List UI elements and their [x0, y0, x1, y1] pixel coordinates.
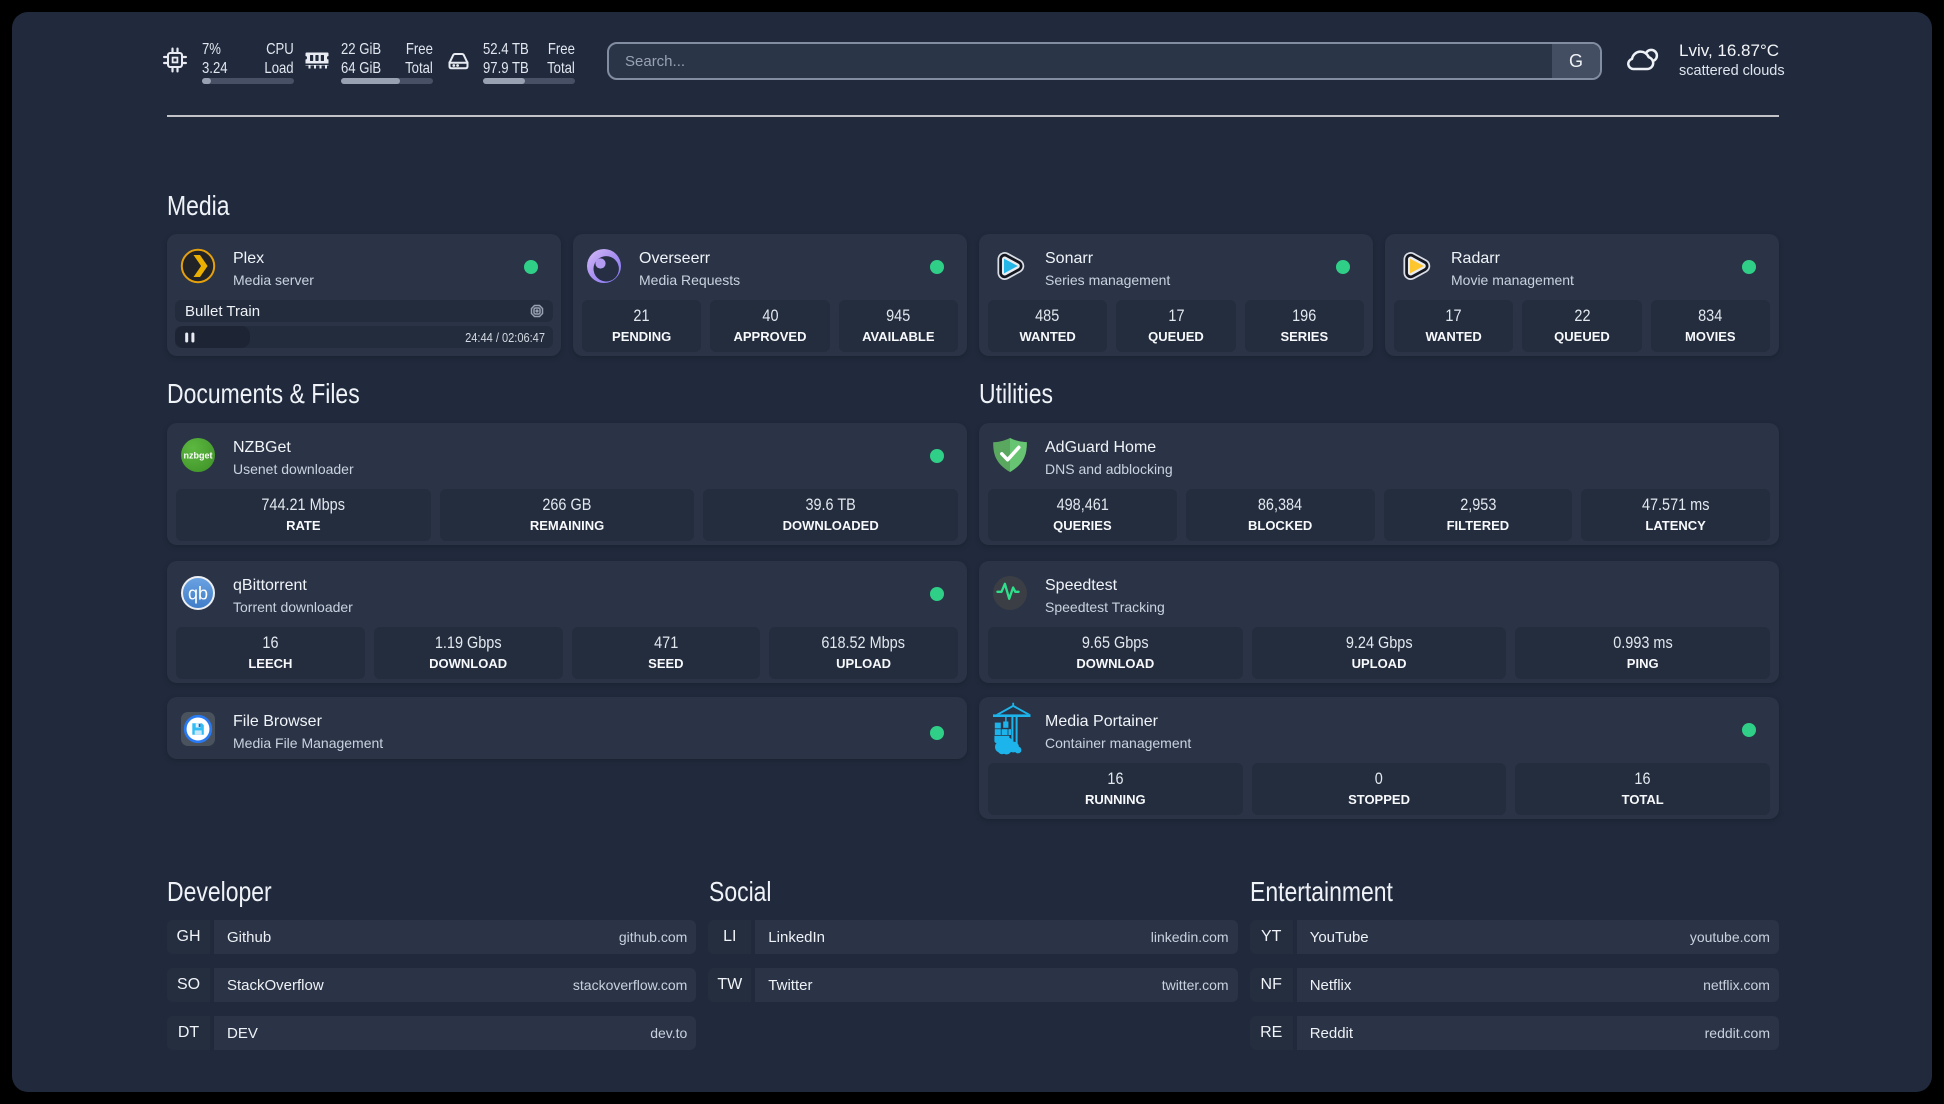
- svg-text:qb: qb: [188, 584, 208, 604]
- svg-text:nzbget: nzbget: [184, 451, 213, 461]
